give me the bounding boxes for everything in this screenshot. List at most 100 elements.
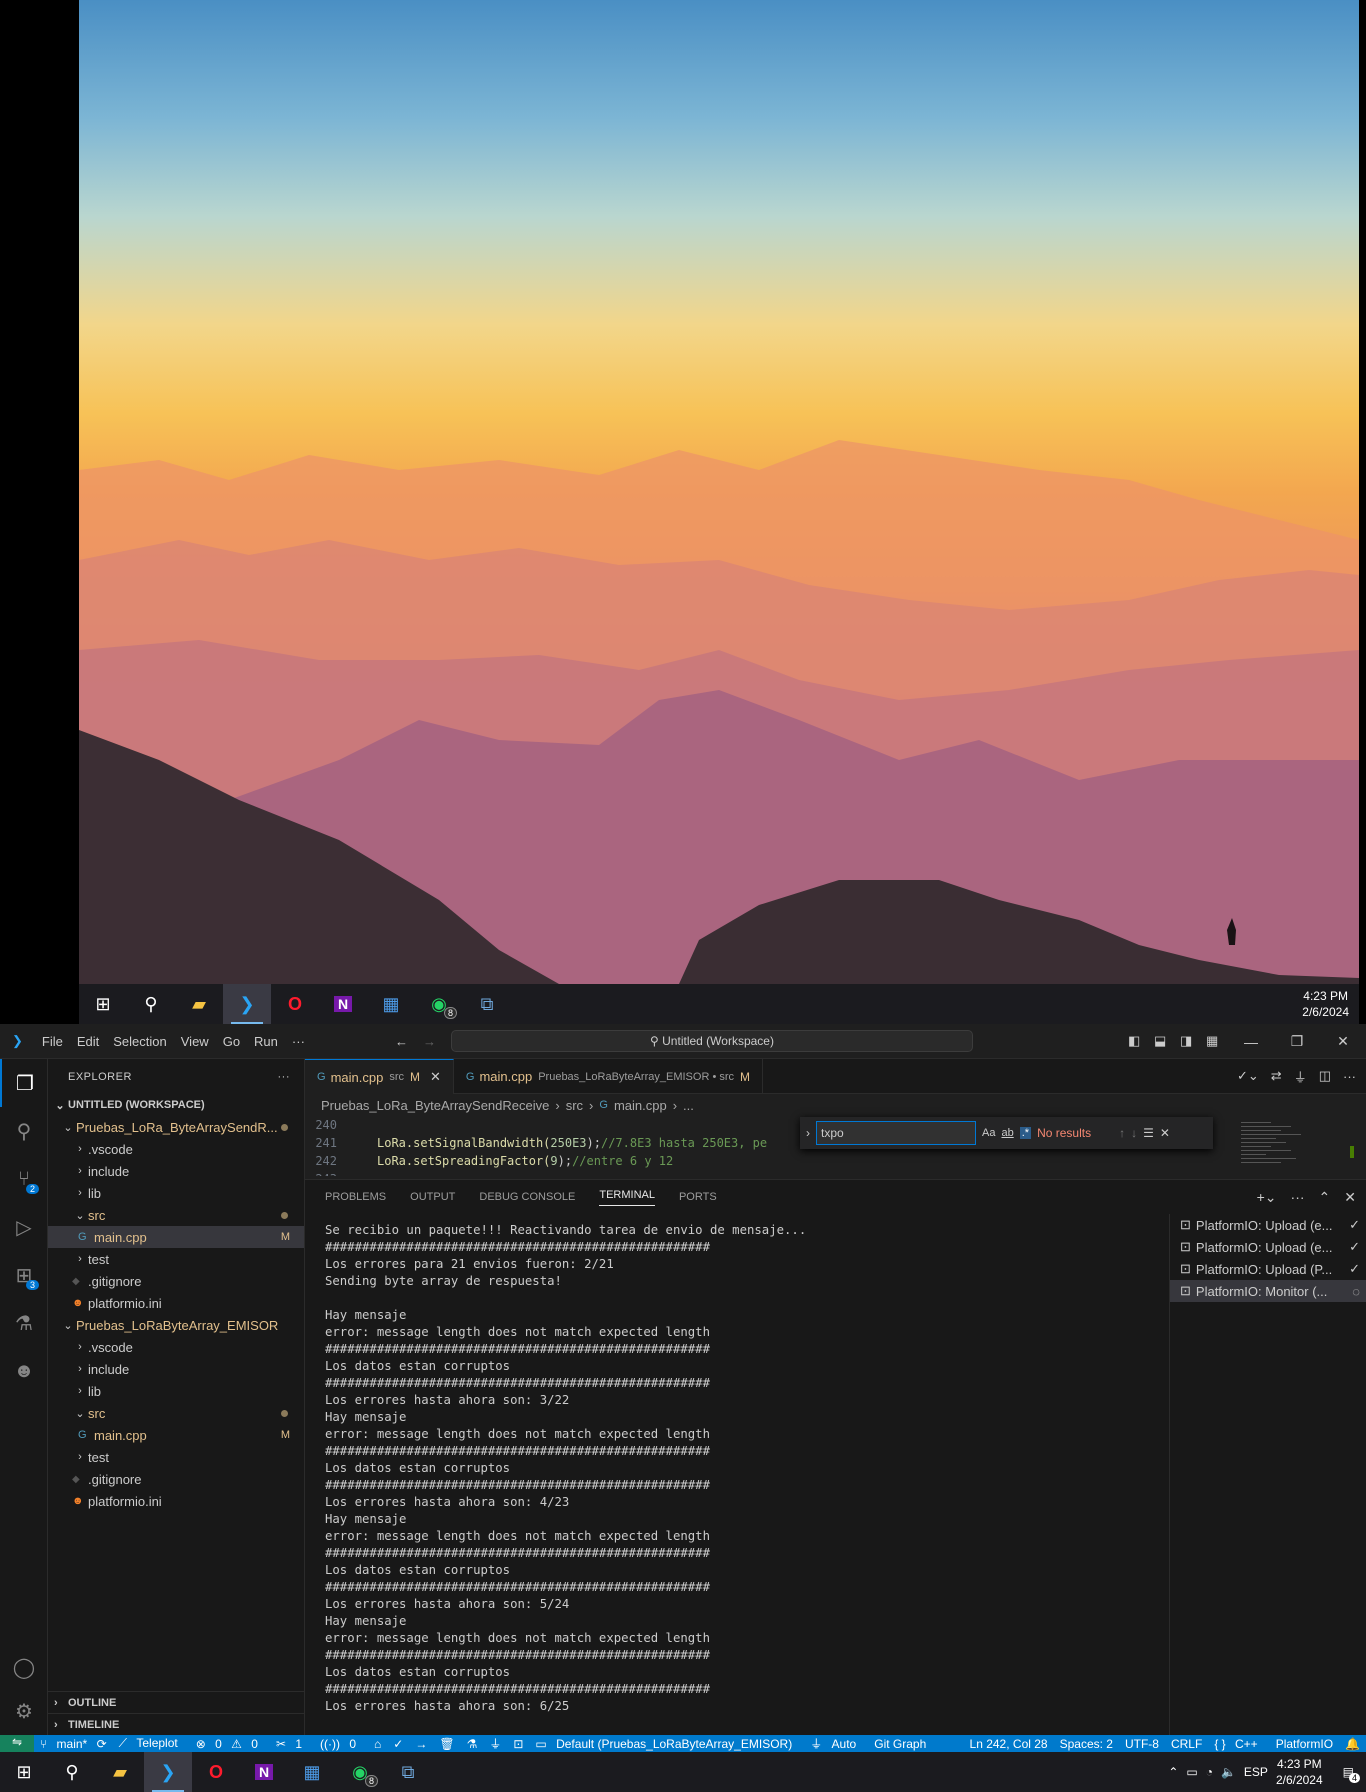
- search-icon[interactable]: ⚲: [48, 1752, 96, 1792]
- file-explorer-icon[interactable]: ▰: [175, 984, 223, 1024]
- tree-src[interactable]: ⌄ src: [48, 1204, 304, 1226]
- problems-item[interactable]: ⊗ 0 ⚠ 0: [190, 1737, 270, 1751]
- extensions-icon[interactable]: ⊞ 3: [0, 1251, 48, 1299]
- file-explorer-icon[interactable]: ▰: [96, 1752, 144, 1792]
- tab-output[interactable]: OUTPUT: [410, 1191, 455, 1203]
- language-indicator[interactable]: ESP: [1244, 1765, 1268, 1779]
- upload-arrow-icon[interactable]: →: [409, 1737, 433, 1751]
- tree-test[interactable]: › test: [48, 1446, 304, 1468]
- onenote-icon[interactable]: N: [319, 984, 367, 1024]
- auto-item[interactable]: ⏚ Auto: [804, 1735, 868, 1752]
- tree-src[interactable]: ⌄ src: [48, 1402, 304, 1424]
- encoding[interactable]: UTF-8: [1119, 1737, 1165, 1751]
- tab-main-cpp-emisor[interactable]: Gmain.cpp Pruebas_LoRaByteArray_EMISOR • …: [454, 1059, 764, 1094]
- wifi-icon[interactable]: ◔: [1206, 1765, 1213, 1779]
- clock[interactable]: 4:23 PM 2/6/2024: [1302, 988, 1349, 1020]
- line-ending[interactable]: CRLF: [1165, 1737, 1208, 1751]
- platformio-item[interactable]: PlatformIO: [1270, 1737, 1339, 1751]
- chevron-right-icon[interactable]: ›: [806, 1126, 810, 1140]
- tree-main-cpp[interactable]: Gmain.cpp M: [48, 1226, 304, 1248]
- forward-arrow-icon[interactable]: →: [423, 1034, 436, 1049]
- tree-lib[interactable]: › lib: [48, 1182, 304, 1204]
- breadcrumb-item[interactable]: Pruebas_LoRa_ByteArraySendReceive: [321, 1098, 549, 1113]
- notification-icon[interactable]: ▤ 4: [1331, 1765, 1366, 1783]
- more-actions-icon[interactable]: ···: [278, 1071, 291, 1083]
- tree-include[interactable]: › include: [48, 1358, 304, 1380]
- tree-platformio-ini[interactable]: ☻ platformio.ini: [48, 1292, 304, 1314]
- notifications-bell-icon[interactable]: 🔔: [1339, 1737, 1366, 1751]
- menu-view[interactable]: View: [174, 1034, 216, 1049]
- tree-include[interactable]: › include: [48, 1160, 304, 1182]
- testing-icon[interactable]: ⚗: [0, 1299, 48, 1347]
- find-input[interactable]: txpo: [816, 1121, 976, 1145]
- folder-emisor[interactable]: ⌄ Pruebas_LoRaByteArray_EMISOR: [48, 1314, 304, 1336]
- whatsapp-icon[interactable]: ◉ 8: [336, 1752, 384, 1792]
- menu-go[interactable]: Go: [216, 1034, 247, 1049]
- workspace-root[interactable]: ⌄ UNTITLED (WORKSPACE): [48, 1094, 304, 1116]
- close-tab-icon[interactable]: ✕: [430, 1069, 441, 1085]
- breadcrumb-item[interactable]: main.cpp: [614, 1098, 667, 1113]
- tree-vscode[interactable]: › .vscode: [48, 1138, 304, 1160]
- close-icon[interactable]: ✕: [1160, 1126, 1170, 1140]
- home-icon[interactable]: ⌂: [368, 1737, 387, 1751]
- tab-terminal[interactable]: TERMINAL: [599, 1189, 655, 1206]
- search-icon[interactable]: ⚲: [0, 1107, 48, 1155]
- timeline-section[interactable]: › TIMELINE: [48, 1713, 305, 1735]
- terminal-output[interactable]: Se recibio un paquete!!! Reactivando tar…: [325, 1222, 1165, 1715]
- tab-main-cpp-src[interactable]: Gmain.cpp src M ✕: [305, 1059, 454, 1094]
- maximize-panel-icon[interactable]: ⌃: [1319, 1189, 1331, 1206]
- network-app-icon[interactable]: ⧉: [463, 984, 511, 1024]
- network-app-icon[interactable]: ⧉: [384, 1752, 432, 1792]
- tree-main-cpp[interactable]: Gmain.cpp M: [48, 1424, 304, 1446]
- layout-secondary-icon[interactable]: ◨: [1180, 1033, 1192, 1049]
- clock[interactable]: 4:23 PM 2/6/2024: [1276, 1756, 1323, 1788]
- next-match-icon[interactable]: ↓: [1131, 1126, 1137, 1140]
- more-actions-icon[interactable]: ···: [1343, 1069, 1356, 1084]
- chevron-up-icon[interactable]: ⌃: [1168, 1765, 1178, 1779]
- layout-panel-icon[interactable]: ⬓: [1154, 1033, 1166, 1049]
- find-in-selection-icon[interactable]: ☰: [1143, 1126, 1154, 1140]
- tree-test[interactable]: › test: [48, 1248, 304, 1270]
- vscode-icon[interactable]: ❯: [144, 1752, 192, 1792]
- whatsapp-icon[interactable]: ◉ 8: [415, 984, 463, 1024]
- command-center[interactable]: ⚲ Untitled (Workspace): [451, 1030, 973, 1052]
- remote-icon[interactable]: ⇋: [0, 1735, 34, 1752]
- indentation[interactable]: Spaces: 2: [1054, 1737, 1119, 1751]
- accounts-icon[interactable]: ◯: [0, 1643, 48, 1691]
- tree-platformio-ini[interactable]: ☻ platformio.ini: [48, 1490, 304, 1512]
- menu-selection[interactable]: Selection: [106, 1034, 173, 1049]
- match-word-icon[interactable]: ab: [1001, 1127, 1013, 1139]
- tab-ports[interactable]: PORTS: [679, 1191, 717, 1203]
- tree-gitignore[interactable]: ◆ .gitignore: [48, 1468, 304, 1490]
- calculator-icon[interactable]: ▦: [288, 1752, 336, 1792]
- split-editor-icon[interactable]: ◫: [1319, 1068, 1331, 1084]
- env-item[interactable]: ▭ Default (Pruebas_LoRaByteArray_EMISOR): [529, 1737, 804, 1751]
- tab-problems[interactable]: PROBLEMS: [325, 1191, 386, 1203]
- battery-icon[interactable]: ▭: [1186, 1765, 1197, 1779]
- regex-icon[interactable]: .*: [1019, 1127, 1032, 1139]
- menu-run[interactable]: Run: [247, 1034, 285, 1049]
- build-check-icon[interactable]: ✓: [387, 1737, 409, 1751]
- close-panel-icon[interactable]: ✕: [1344, 1189, 1356, 1206]
- breadcrumb-item[interactable]: src: [566, 1098, 583, 1113]
- source-control-icon[interactable]: ⑂ 2: [0, 1155, 48, 1203]
- tree-lib[interactable]: › lib: [48, 1380, 304, 1402]
- more-actions-icon[interactable]: ···: [1291, 1189, 1305, 1206]
- opera-icon[interactable]: O: [192, 1752, 240, 1792]
- vscode-icon[interactable]: ❯: [223, 984, 271, 1024]
- terminal-item[interactable]: ⊡ PlatformIO: Upload (P... ✓: [1170, 1258, 1366, 1280]
- previous-match-icon[interactable]: ↑: [1119, 1126, 1125, 1140]
- match-case-icon[interactable]: Aa: [982, 1127, 995, 1139]
- menu-edit[interactable]: Edit: [70, 1034, 106, 1049]
- volume-icon[interactable]: 🔈: [1221, 1765, 1236, 1779]
- tree-vscode[interactable]: › .vscode: [48, 1336, 304, 1358]
- restore-button[interactable]: ❐: [1274, 1024, 1320, 1059]
- menu-more[interactable]: ···: [285, 1034, 312, 1049]
- search-icon[interactable]: ⚲: [127, 984, 175, 1024]
- terminal-icon[interactable]: ⊡: [507, 1737, 529, 1751]
- ports-item[interactable]: ✂ 1: [270, 1737, 314, 1751]
- terminal-item[interactable]: ⊡ PlatformIO: Monitor (... ◌: [1170, 1280, 1366, 1302]
- terminal-item[interactable]: ⊡ PlatformIO: Upload (e... ✓: [1170, 1214, 1366, 1236]
- onenote-icon[interactable]: N: [240, 1752, 288, 1792]
- terminal-item[interactable]: ⊡ PlatformIO: Upload (e... ✓: [1170, 1236, 1366, 1258]
